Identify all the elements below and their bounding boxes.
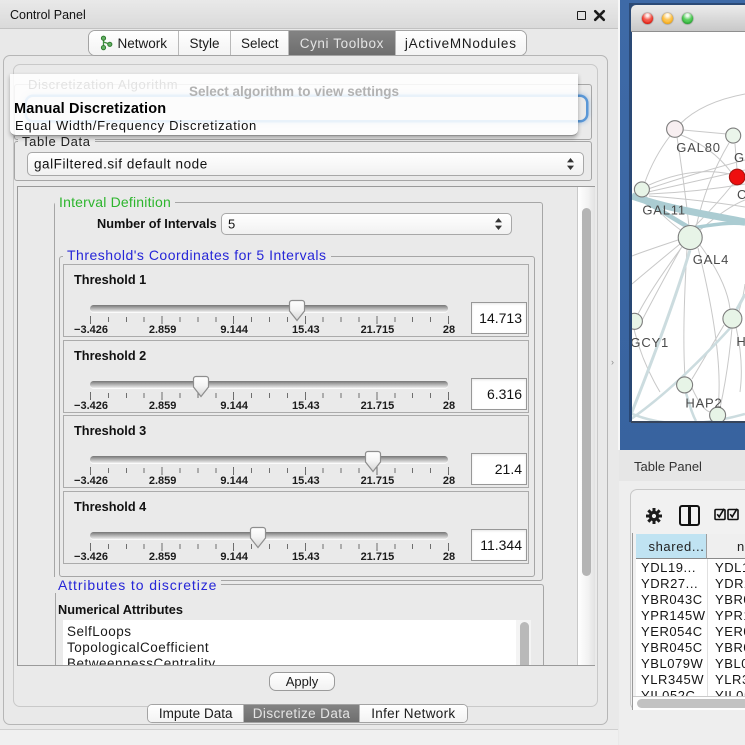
svg-text:GA: GA (734, 150, 745, 165)
svg-text:GAL80: GAL80 (676, 140, 720, 155)
svg-text:HAP2: HAP2 (685, 396, 722, 411)
svg-text:C: C (737, 187, 745, 202)
svg-text:GAL4: GAL4 (693, 252, 729, 267)
svg-text:H: H (736, 334, 745, 349)
svg-text:GAL11: GAL11 (642, 203, 686, 218)
svg-text:GCY1: GCY1 (632, 335, 669, 350)
